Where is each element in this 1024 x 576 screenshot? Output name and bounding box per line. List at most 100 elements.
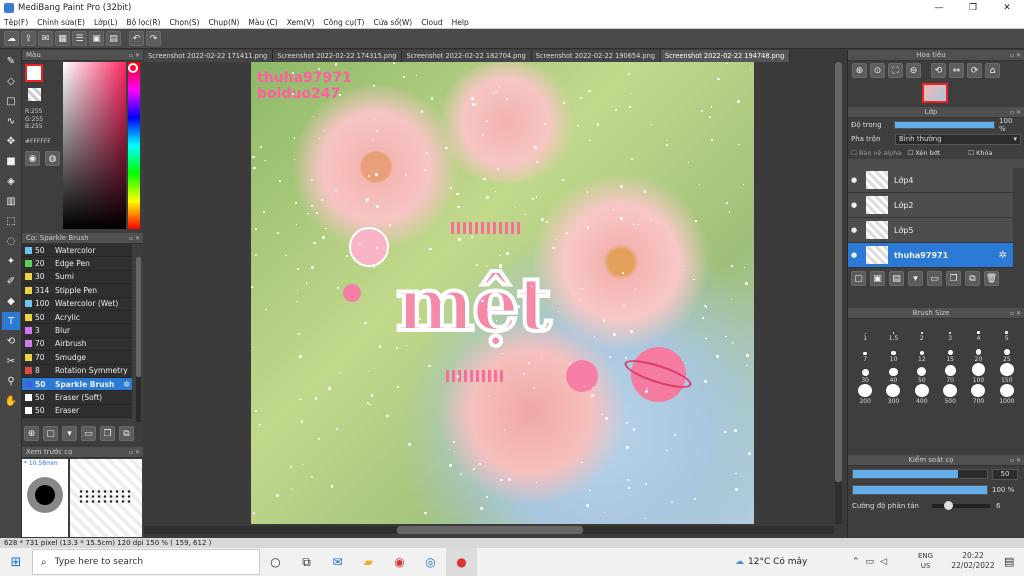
- share-icon[interactable]: ⇪: [21, 31, 36, 46]
- comment-icon[interactable]: ✉: [38, 31, 53, 46]
- add-brush-icon[interactable]: ⊕: [24, 426, 39, 441]
- maximize-button[interactable]: ❐: [956, 0, 990, 16]
- text-tool-icon[interactable]: T: [2, 312, 20, 330]
- delete-layer-icon[interactable]: 🗑: [984, 271, 999, 286]
- divide-tool-icon[interactable]: ✂: [2, 352, 20, 370]
- menu-layer[interactable]: Lớp(L): [94, 18, 118, 27]
- brush-size-preset[interactable]: 700: [964, 384, 992, 405]
- fill-rect-tool-icon[interactable]: ■: [2, 152, 20, 170]
- brush-size-preset[interactable]: 15: [936, 342, 964, 363]
- brush-item[interactable]: 20 Edge Pen: [22, 257, 132, 271]
- menu-view[interactable]: Xem(V): [287, 18, 315, 27]
- brush-item[interactable]: 50 Sparkle Brush ✲: [22, 377, 132, 392]
- hand-tool-icon[interactable]: ✋: [2, 392, 20, 410]
- medibang-icon[interactable]: ●: [446, 548, 477, 576]
- move-tool-icon[interactable]: ✥: [2, 132, 20, 150]
- brush-item[interactable]: 70 Airbrush: [22, 337, 132, 352]
- hue-handle[interactable]: [128, 63, 138, 73]
- panel-controls-icon[interactable]: ▫ ✕: [1010, 457, 1021, 464]
- panel-controls-icon[interactable]: ▫ ✕: [129, 235, 140, 242]
- brush-list-scrollbar[interactable]: [136, 257, 141, 377]
- brush-size-preset[interactable]: 40: [879, 363, 907, 384]
- gradient-tool-icon[interactable]: ▥: [2, 192, 20, 210]
- brush-size-preset[interactable]: 1.5: [879, 321, 907, 342]
- new-8bit-layer-icon[interactable]: ▤: [889, 271, 904, 286]
- brush-size-preset[interactable]: 150: [993, 363, 1021, 384]
- brush-settings-icon[interactable]: ✲: [123, 380, 130, 389]
- chrome-icon[interactable]: ◉: [384, 548, 415, 576]
- tab-document-1[interactable]: Screenshot 2022-02-22 171411.png: [144, 50, 274, 62]
- brush-size-preset[interactable]: 70: [936, 363, 964, 384]
- cloud-icon[interactable]: ☁: [4, 31, 19, 46]
- layer-settings-icon[interactable]: ✲: [999, 250, 1007, 261]
- rotate-right-icon[interactable]: ⟳: [967, 63, 982, 78]
- taskbar-search-box[interactable]: ⌕ Type here to search: [32, 549, 260, 575]
- zoom-in-icon[interactable]: ⊕: [852, 63, 867, 78]
- brush-item[interactable]: 3 Blur: [22, 324, 132, 338]
- new-halftone-layer-icon[interactable]: ▣: [870, 271, 885, 286]
- visibility-icon[interactable]: ●: [848, 226, 860, 234]
- panel-controls-icon[interactable]: ▫ ✕: [1010, 109, 1021, 116]
- brush-item[interactable]: 50 Watercolor: [22, 244, 132, 258]
- language-indicator[interactable]: ENG US: [918, 551, 933, 571]
- panel-controls-icon[interactable]: ▫ ✕: [1010, 310, 1021, 317]
- brush-item[interactable]: 50 Acrylic: [22, 310, 132, 325]
- color-add-icon[interactable]: ◍: [45, 151, 60, 166]
- brush-size-preset[interactable]: 20: [964, 342, 992, 363]
- layer-row[interactable]: ● Lớp4: [848, 168, 1013, 193]
- layer-menu-icon[interactable]: ▾: [908, 271, 923, 286]
- curve-tool-icon[interactable]: ∿: [2, 112, 20, 130]
- bucket-tool-icon[interactable]: ◈: [2, 172, 20, 190]
- grid-icon[interactable]: ▦: [55, 31, 70, 46]
- saturation-value-picker[interactable]: [63, 62, 126, 229]
- flip-icon[interactable]: ⇔: [949, 63, 964, 78]
- brush-opacity-slider[interactable]: [852, 485, 988, 495]
- tab-document-5[interactable]: Screenshot 2022-02-22 194748.png: [660, 50, 791, 62]
- layer-row[interactable]: ● Lớp5: [848, 218, 1013, 243]
- layer-row[interactable]: ● Lớp2: [848, 193, 1013, 218]
- brush-size-value[interactable]: 50: [992, 468, 1018, 480]
- panel-controls-icon[interactable]: ▫ ✕: [1010, 52, 1021, 59]
- brush-item[interactable]: 100 Watercolor (Wet): [22, 297, 132, 311]
- brush-size-preset[interactable]: 3: [936, 321, 964, 342]
- select-pen-tool-icon[interactable]: ✐: [2, 272, 20, 290]
- visibility-icon[interactable]: ●: [848, 251, 860, 259]
- lock-checkbox[interactable]: ☐ Khóa: [968, 149, 992, 157]
- menu-filter[interactable]: Bộ lọc(R): [127, 18, 161, 27]
- brush-size-preset[interactable]: 500: [936, 384, 964, 405]
- menu-select[interactable]: Chọn(S): [169, 18, 199, 27]
- brush-tool-icon[interactable]: ✎: [2, 52, 20, 70]
- brush-size-preset[interactable]: 1: [851, 321, 879, 342]
- close-button[interactable]: ✕: [990, 0, 1024, 16]
- brush-item[interactable]: 50 Eraser: [22, 404, 132, 419]
- new-layer-icon[interactable]: ▢: [851, 271, 866, 286]
- new-brush-icon[interactable]: ▢: [43, 426, 58, 441]
- notification-chevron-icon[interactable]: ⌃: [852, 557, 860, 567]
- menu-snap[interactable]: Chụp(N): [208, 18, 239, 27]
- panel-icon[interactable]: ▤: [106, 31, 121, 46]
- rotate-left-icon[interactable]: ⟲: [931, 63, 946, 78]
- brush-size-preset[interactable]: 400: [908, 384, 936, 405]
- layer-opacity-slider[interactable]: [894, 121, 996, 129]
- brush-size-preset[interactable]: 1000: [993, 384, 1021, 405]
- select-eraser-tool-icon[interactable]: ◆: [2, 292, 20, 310]
- brush-size-preset[interactable]: 12: [908, 342, 936, 363]
- taskbar-clock[interactable]: 20:22 22/02/2022: [948, 551, 998, 571]
- menu-cloud[interactable]: Cloud: [421, 18, 442, 27]
- canvas-horizontal-scrollbar[interactable]: [144, 526, 834, 534]
- menu-tools[interactable]: Công cụ(T): [323, 18, 364, 27]
- image-icon[interactable]: ▣: [89, 31, 104, 46]
- weather-text[interactable]: 12°C Có mây: [748, 557, 807, 567]
- brush-size-preset[interactable]: 200: [851, 384, 879, 405]
- panel-controls-icon[interactable]: ▫ ✕: [129, 449, 140, 456]
- rect-tool-icon[interactable]: □: [2, 92, 20, 110]
- visibility-icon[interactable]: ●: [848, 176, 860, 184]
- duplicate-layer-icon[interactable]: ❐: [946, 271, 961, 286]
- clipping-checkbox[interactable]: ☐ Xén bớt: [907, 149, 940, 157]
- layer-row[interactable]: ● thuha97971 ✲: [848, 243, 1013, 268]
- delete-brush-icon[interactable]: ⧉: [119, 426, 134, 441]
- brush-size-preset[interactable]: 7: [851, 342, 879, 363]
- drawing-canvas[interactable]: thuha97971 bolduo247 mệt: [251, 62, 754, 524]
- copy-brush-icon[interactable]: ❐: [100, 426, 115, 441]
- zalo-icon[interactable]: ◎: [415, 548, 446, 576]
